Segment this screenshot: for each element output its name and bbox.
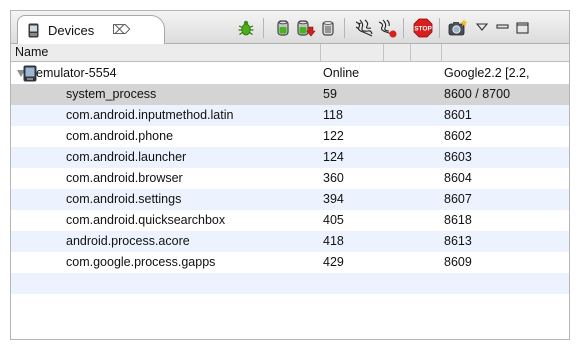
empty-row bbox=[11, 273, 569, 294]
minimize-button[interactable] bbox=[493, 18, 513, 38]
toolbar-separator bbox=[263, 18, 264, 38]
heap-icon bbox=[277, 20, 289, 36]
column-divider[interactable] bbox=[410, 44, 411, 61]
process-row[interactable]: com.android.phone 122 8602 bbox=[11, 126, 569, 147]
device-name: emulator-5554 bbox=[36, 66, 117, 80]
process-name: com.android.launcher bbox=[66, 150, 187, 164]
devices-tab-label: Devices bbox=[48, 23, 95, 38]
process-name: com.android.browser bbox=[66, 171, 183, 185]
process-pid: 59 bbox=[323, 87, 337, 101]
maximize-icon bbox=[516, 22, 529, 34]
minimize-icon bbox=[496, 24, 509, 29]
process-name: com.android.settings bbox=[66, 192, 182, 206]
stop-label: STOP bbox=[414, 26, 432, 33]
maximize-button[interactable] bbox=[513, 18, 533, 38]
empty-row bbox=[11, 294, 569, 315]
process-port: 8607 bbox=[444, 192, 472, 206]
process-port: 8618 bbox=[444, 213, 472, 227]
process-row[interactable]: system_process 59 8600 / 8700 bbox=[11, 84, 569, 105]
process-pid: 118 bbox=[323, 108, 343, 122]
process-row[interactable]: android.process.acore 418 8613 bbox=[11, 231, 569, 252]
trash-icon bbox=[322, 21, 334, 36]
device-process-tree: emulator-5554 Online Google2.2 [2.2, sys… bbox=[11, 63, 569, 315]
debug-process-button[interactable] bbox=[236, 18, 256, 38]
process-port: 8604 bbox=[444, 171, 472, 185]
view-tab-bar: Devices ⌦ STOP bbox=[11, 11, 569, 45]
process-port: 8600 / 8700 bbox=[444, 87, 511, 101]
process-pid: 124 bbox=[323, 150, 344, 164]
process-name: com.android.phone bbox=[66, 129, 174, 143]
process-port: 8601 bbox=[444, 108, 472, 122]
process-name: system_process bbox=[66, 87, 157, 101]
phone-icon bbox=[28, 23, 39, 38]
column-header-row: Name bbox=[11, 44, 569, 62]
column-divider[interactable] bbox=[383, 44, 384, 61]
device-state: Online bbox=[323, 66, 360, 80]
devices-tab[interactable]: Devices ⌦ bbox=[17, 15, 165, 45]
process-pid: 418 bbox=[323, 234, 344, 248]
bug-icon bbox=[238, 20, 254, 36]
process-row[interactable]: com.android.inputmethod.latin 118 8601 bbox=[11, 105, 569, 126]
start-method-profiling-button[interactable] bbox=[377, 18, 397, 38]
stop-process-button[interactable]: STOP bbox=[413, 18, 433, 38]
dump-hprof-button[interactable] bbox=[296, 18, 316, 38]
process-row[interactable]: com.android.settings 394 8607 bbox=[11, 189, 569, 210]
process-row[interactable]: com.google.process.gapps 429 8609 bbox=[11, 252, 569, 273]
process-name: com.android.inputmethod.latin bbox=[66, 108, 234, 122]
update-threads-button[interactable] bbox=[354, 18, 374, 38]
process-row[interactable]: com.android.quicksearchbox 405 8618 bbox=[11, 210, 569, 231]
device-row[interactable]: emulator-5554 Online Google2.2 [2.2, bbox=[11, 63, 569, 84]
process-row[interactable]: com.android.launcher 124 8603 bbox=[11, 147, 569, 168]
process-row[interactable]: com.android.browser 360 8604 bbox=[11, 168, 569, 189]
view-menu-button[interactable] bbox=[473, 18, 493, 38]
triangle-down-icon bbox=[475, 23, 489, 31]
toolbar-separator bbox=[439, 18, 440, 38]
process-port: 8602 bbox=[444, 129, 472, 143]
process-name: com.android.quicksearchbox bbox=[66, 213, 226, 227]
process-port: 8609 bbox=[444, 255, 472, 269]
process-port: 8613 bbox=[444, 234, 472, 248]
toolbar-separator bbox=[403, 18, 404, 38]
method-profiling-icon bbox=[378, 19, 397, 38]
process-name: com.google.process.gapps bbox=[66, 255, 216, 269]
column-divider[interactable] bbox=[441, 44, 442, 61]
process-pid: 405 bbox=[323, 213, 344, 227]
process-pid: 429 bbox=[323, 255, 344, 269]
heap-dump-icon bbox=[297, 20, 316, 37]
device-icon bbox=[23, 65, 37, 82]
devices-view: Devices ⌦ STOP Name emulator-5554 Online… bbox=[10, 10, 570, 340]
screen-capture-button[interactable] bbox=[448, 18, 468, 38]
camera-icon bbox=[448, 19, 468, 36]
process-name: android.process.acore bbox=[66, 234, 190, 248]
stop-icon: STOP bbox=[413, 18, 432, 38]
process-pid: 122 bbox=[323, 129, 344, 143]
column-header-name[interactable]: Name bbox=[15, 45, 48, 59]
update-heap-button[interactable] bbox=[273, 18, 293, 38]
close-tab-icon[interactable]: ⌦ bbox=[112, 22, 130, 37]
process-pid: 394 bbox=[323, 192, 344, 206]
column-divider[interactable] bbox=[320, 44, 321, 61]
device-target: Google2.2 [2.2, bbox=[444, 66, 530, 80]
toolbar-separator bbox=[344, 18, 345, 38]
cause-gc-button[interactable] bbox=[318, 18, 338, 38]
threads-icon bbox=[355, 19, 373, 37]
process-pid: 360 bbox=[323, 171, 344, 185]
process-port: 8603 bbox=[444, 150, 472, 164]
